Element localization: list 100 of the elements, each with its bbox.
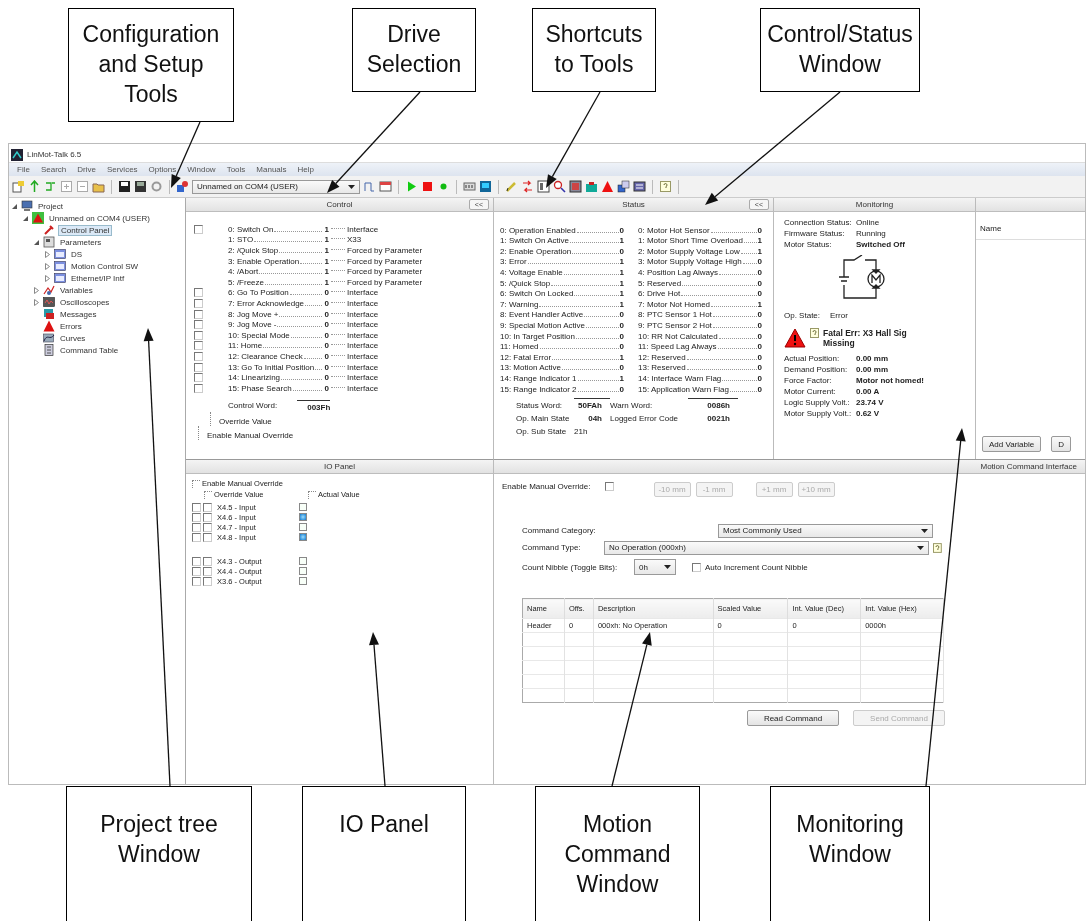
status-value: Running [856,229,887,238]
override-checkbox[interactable] [194,351,203,361]
tree-item[interactable]: Oscilloscopes [58,297,112,307]
bit-source: Interface [347,309,379,319]
override-checkbox[interactable] [203,532,212,542]
override-checkbox[interactable] [203,522,212,532]
expander-icon[interactable] [33,238,40,246]
status-bit-label: 8: PTC Sensor 1 Hot [638,310,712,320]
enable-checkbox[interactable] [192,532,201,542]
warning-icon[interactable] [601,180,614,193]
tree-item[interactable]: Errors [58,321,84,331]
windows-icon[interactable] [617,180,630,193]
override-checkbox[interactable] [194,309,203,319]
stop-icon[interactable] [421,180,434,193]
tree-item[interactable]: Motion Control SW [69,261,141,271]
override-checkbox[interactable] [194,383,203,393]
tree-item[interactable]: DS [69,249,85,259]
expander-icon[interactable] [44,274,51,282]
tree-item[interactable]: Curves [58,333,88,343]
tree-item[interactable]: Parameters [58,237,104,247]
override-checkbox[interactable] [194,320,203,330]
command-type-dropdown[interactable]: No Operation (000xh) [604,540,930,555]
status-bit-label: 11: Homed [500,342,539,352]
io-icon[interactable] [463,180,476,193]
category-dropdown[interactable]: Most Commonly Used [718,523,933,538]
status-bit-value: 1 [619,299,624,309]
override-checkbox[interactable] [194,288,203,298]
new-file-icon[interactable] [12,180,25,193]
expander-icon[interactable] [33,298,40,306]
window-icon[interactable] [537,180,550,193]
status-bit-value: 0 [619,320,624,330]
tree-item[interactable]: Messages [58,309,99,319]
checkbox[interactable] [604,482,614,491]
up-arrow-icon[interactable] [28,180,41,193]
tree-item[interactable]: Variables [58,285,95,295]
enable-checkbox[interactable] [192,522,201,532]
menu-item[interactable]: Tools [226,165,246,174]
override-checkbox[interactable] [203,512,212,522]
expander-icon[interactable] [44,250,51,258]
reading-label: Motor Current: [784,387,837,396]
picture-icon[interactable] [569,180,582,193]
reading-value: 0.00 mm [856,365,890,374]
arrow-icon[interactable] [521,180,534,193]
menu-item[interactable]: Options [148,165,177,174]
drive-dropdown[interactable]: Unnamed on COM4 (USER) [192,179,360,194]
menu-item[interactable]: Manuals [256,165,287,174]
variable-button[interactable]: Add Variable [982,436,1042,452]
column-header: Name [976,218,1085,240]
menu-item[interactable]: Window [187,165,216,174]
reading-label: Logic Supply Volt.: [784,398,851,407]
expander-icon[interactable] [22,214,29,222]
status-bit-label: 11: Speed Lag Always [638,342,717,352]
menu-item[interactable]: Drive [77,165,96,174]
reading-value: 0.00 mm [856,354,890,363]
enable-checkbox[interactable] [192,576,201,586]
menu-item[interactable]: Search [40,165,67,174]
pencil-icon[interactable] [505,180,518,193]
tree-item[interactable]: Ethernet/IP Intf [69,273,127,283]
expander-icon[interactable] [33,286,40,294]
override-checkbox[interactable] [194,341,203,351]
minus-box-icon[interactable] [76,180,89,193]
help-icon[interactable] [810,328,819,338]
tree-item[interactable]: Project [36,201,65,211]
menu-item[interactable]: Services [106,165,138,174]
help-icon[interactable] [933,542,942,553]
menu-item[interactable]: Help [297,165,315,174]
override-checkbox[interactable] [194,224,203,234]
bit-label: 8: Jog Move + [228,309,279,319]
plus-box-icon[interactable] [60,180,73,193]
status-bit-value: 0 [757,352,762,362]
tree-item[interactable]: Unnamed on COM4 (USER) [47,213,152,223]
tree-item[interactable]: Control Panel [58,224,113,236]
enable-checkbox[interactable] [192,556,201,566]
override-checkbox[interactable] [203,566,212,576]
enable-checkbox[interactable] [192,512,201,522]
enable-checkbox[interactable] [192,566,201,576]
command-button[interactable]: Read Command [747,710,839,726]
status-bit-label: 15: Range Indicator 2 [500,384,577,394]
drive-icon[interactable] [176,180,189,193]
window-title: LinMot-Talk 6.5 [27,150,82,159]
override-checkbox[interactable] [203,576,212,586]
tree-item[interactable]: Command Table [58,345,121,355]
help-icon[interactable] [659,180,672,193]
override-checkbox[interactable] [194,330,203,340]
menu-item[interactable]: File [17,165,30,174]
count-nibble-dropdown[interactable]: 0h [634,559,676,575]
override-checkbox[interactable] [194,362,203,372]
monitor-icon[interactable] [479,180,492,193]
list-icon[interactable] [633,180,646,193]
variable-button[interactable]: D [1051,436,1071,452]
enable-checkbox[interactable] [192,502,201,512]
expander-icon[interactable] [44,262,51,270]
expander-icon[interactable] [11,202,18,210]
override-checkbox[interactable] [194,298,203,308]
magnifier-icon[interactable] [553,180,566,193]
folder-icon[interactable] [92,180,105,193]
override-checkbox[interactable] [194,373,203,383]
override-checkbox[interactable] [203,502,212,512]
override-checkbox[interactable] [203,556,212,566]
checkbox[interactable] [692,562,701,572]
